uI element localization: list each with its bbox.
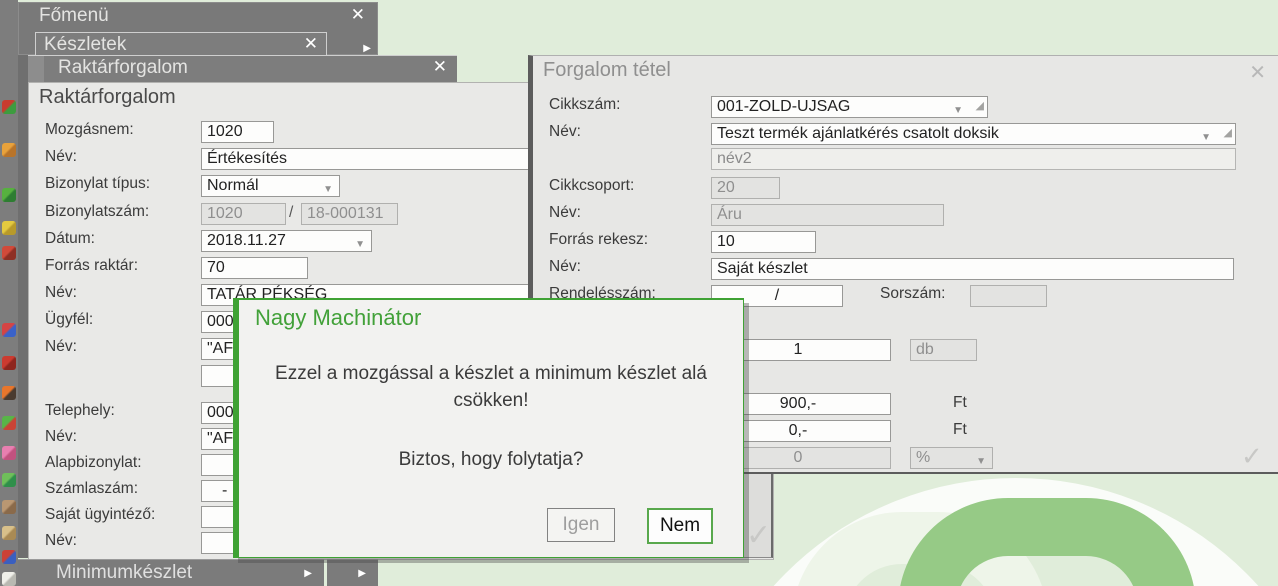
submenu-arrow-icon[interactable]: ▶ [358,568,366,579]
site-name-label: Név: [45,428,77,445]
voucher-number-suffix: 18-000131 [301,203,398,225]
fomenu-title: Főmenü [39,5,109,26]
voucher-number-separator: / [289,204,294,221]
date-select[interactable]: 2018.11.27 ▼ [201,230,372,252]
house-icon[interactable] [2,550,16,564]
submenu-arrow-icon[interactable]: ▶ [304,568,312,579]
currency-label: Ft [953,421,967,438]
coin-icon[interactable] [2,221,16,235]
roll-icon[interactable] [2,572,16,586]
movement-name-label: Név: [45,148,77,165]
leaves-icon[interactable] [2,188,16,202]
tag-icon[interactable] [2,246,16,260]
item-group-input: 20 [711,177,780,199]
serial-label: Sorszám: [880,285,946,302]
movement-name-input[interactable]: Értékesítés [201,148,533,170]
customer-label: Ügyfél: [45,311,94,328]
cart-icon[interactable] [2,143,16,157]
currency-label: Ft [953,394,967,411]
date-label: Dátum: [45,230,95,247]
site-label: Telephely: [45,402,115,419]
close-icon[interactable]: ✕ [304,34,318,54]
dialog-question: Biztos, hogy folytatja? [398,449,584,470]
dialog-title: Nagy Machinátor [255,305,422,330]
item-number-label: Cikkszám: [549,96,621,113]
item-number-combo[interactable]: 001-ZOLD-UJSAG ▼ ◢ [711,96,988,118]
minimumkeszlet-title: Minimumkészlet [56,562,193,583]
card-icon[interactable] [2,473,16,487]
source-bin-input[interactable]: 10 [711,231,816,253]
percent-select[interactable]: % ▼ [910,447,993,469]
customer-name-label: Név: [45,338,77,355]
clerk-name-label: Név: [45,532,77,549]
raktarforgalom-heading: Raktárforgalom [39,86,176,108]
movement-type-label: Mozgásnem: [45,121,134,138]
unit-box: db [910,339,977,361]
boxes-icon[interactable] [2,526,16,540]
corner-resize-icon[interactable]: ◢ [1224,124,1232,143]
submenu-arrow-icon[interactable]: ▶ [363,43,371,54]
voucher-type-label: Bizonylat típus: [45,175,151,192]
bin-name-label: Név: [549,258,581,275]
desktop-background: Főmenü ✕ ▶ Készletek ✕ Raktárforgalom ✕ … [0,0,1278,586]
raktarforgalom-titlebar[interactable]: Raktárforgalom ✕ [28,55,457,83]
voucher-number-prefix: 1020 [201,203,286,225]
confirm-check-icon[interactable]: ✓ [1241,441,1263,472]
no-button[interactable]: Nem [647,508,713,544]
confirmation-dialog: Nagy Machinátor Ezzel a mozgással a kész… [233,298,744,558]
dialog-message: Ezzel a mozgással a készlet a minimum ké… [275,363,707,411]
item-name-label: Név: [549,123,581,140]
chevron-down-icon[interactable]: ▼ [953,101,963,117]
source-bin-label: Forrás rekesz: [549,231,649,248]
date-value: 2018.11.27 [207,232,286,249]
bin-name-input[interactable]: Saját készlet [711,258,1234,280]
collapsed-window-bar[interactable]: ▶ [327,559,378,586]
close-icon[interactable]: ✕ [1249,60,1266,85]
item-name-value: Teszt termék ajánlatkérés csatolt doksik [717,125,999,142]
own-clerk-label: Saját ügyintéző: [45,506,156,523]
item-group-name-input: Áru [711,204,944,226]
raktarforgalom-bar-title: Raktárforgalom [58,57,188,78]
chevron-down-icon[interactable]: ▼ [976,452,986,468]
item-group-label: Cikkcsoport: [549,177,635,194]
titlebar-corner-block [28,56,44,82]
voucher-type-value: Normál [207,177,259,194]
chart-icon[interactable] [2,416,16,430]
serial-input [970,285,1047,307]
book-icon[interactable] [2,386,16,400]
chevron-down-icon[interactable]: ▼ [323,180,333,196]
bag-icon[interactable] [2,446,16,460]
forgalom-tetel-title: Forgalom tétel [543,59,671,81]
item-number-value: 001-ZOLD-UJSAG [717,98,851,115]
red-box-icon[interactable] [2,356,16,370]
keszletek-title: Készletek [44,34,127,55]
corner-resize-icon[interactable]: ◢ [976,97,984,116]
invoice-number-label: Számlaszám: [45,480,139,497]
voucher-number-label: Bizonylatszám: [45,203,150,220]
base-voucher-label: Alapbizonylat: [45,454,142,471]
confirm-check-icon[interactable]: ✓ [746,518,771,553]
basket-icon[interactable] [2,100,16,114]
item-name2-input[interactable]: név2 [711,148,1236,170]
chevron-down-icon[interactable]: ▼ [1201,128,1211,144]
confirm-panel: ✓ [744,472,773,558]
item-group-name-label: Név: [549,204,581,221]
yes-button[interactable]: Igen [547,508,615,542]
source-warehouse-input[interactable]: 70 [201,257,308,279]
warehouse-name-label: Név: [45,284,77,301]
chevron-down-icon[interactable]: ▼ [355,235,365,251]
item-name-combo[interactable]: Teszt termék ajánlatkérés csatolt doksik… [711,123,1236,145]
icon-toolbar [0,0,18,586]
parcel-icon[interactable] [2,500,16,514]
close-icon[interactable]: ✕ [433,57,447,77]
window-edge-strip [18,30,28,558]
voucher-type-select[interactable]: Normál ▼ [201,175,340,197]
blocks-icon[interactable] [2,323,16,337]
source-warehouse-label: Forrás raktár: [45,257,139,274]
percent-value: % [916,449,931,466]
movement-type-input[interactable]: 1020 [201,121,274,143]
close-icon[interactable]: ✕ [351,5,365,25]
window-minimumkeszlet[interactable]: Minimumkészlet ▶ [18,559,324,586]
